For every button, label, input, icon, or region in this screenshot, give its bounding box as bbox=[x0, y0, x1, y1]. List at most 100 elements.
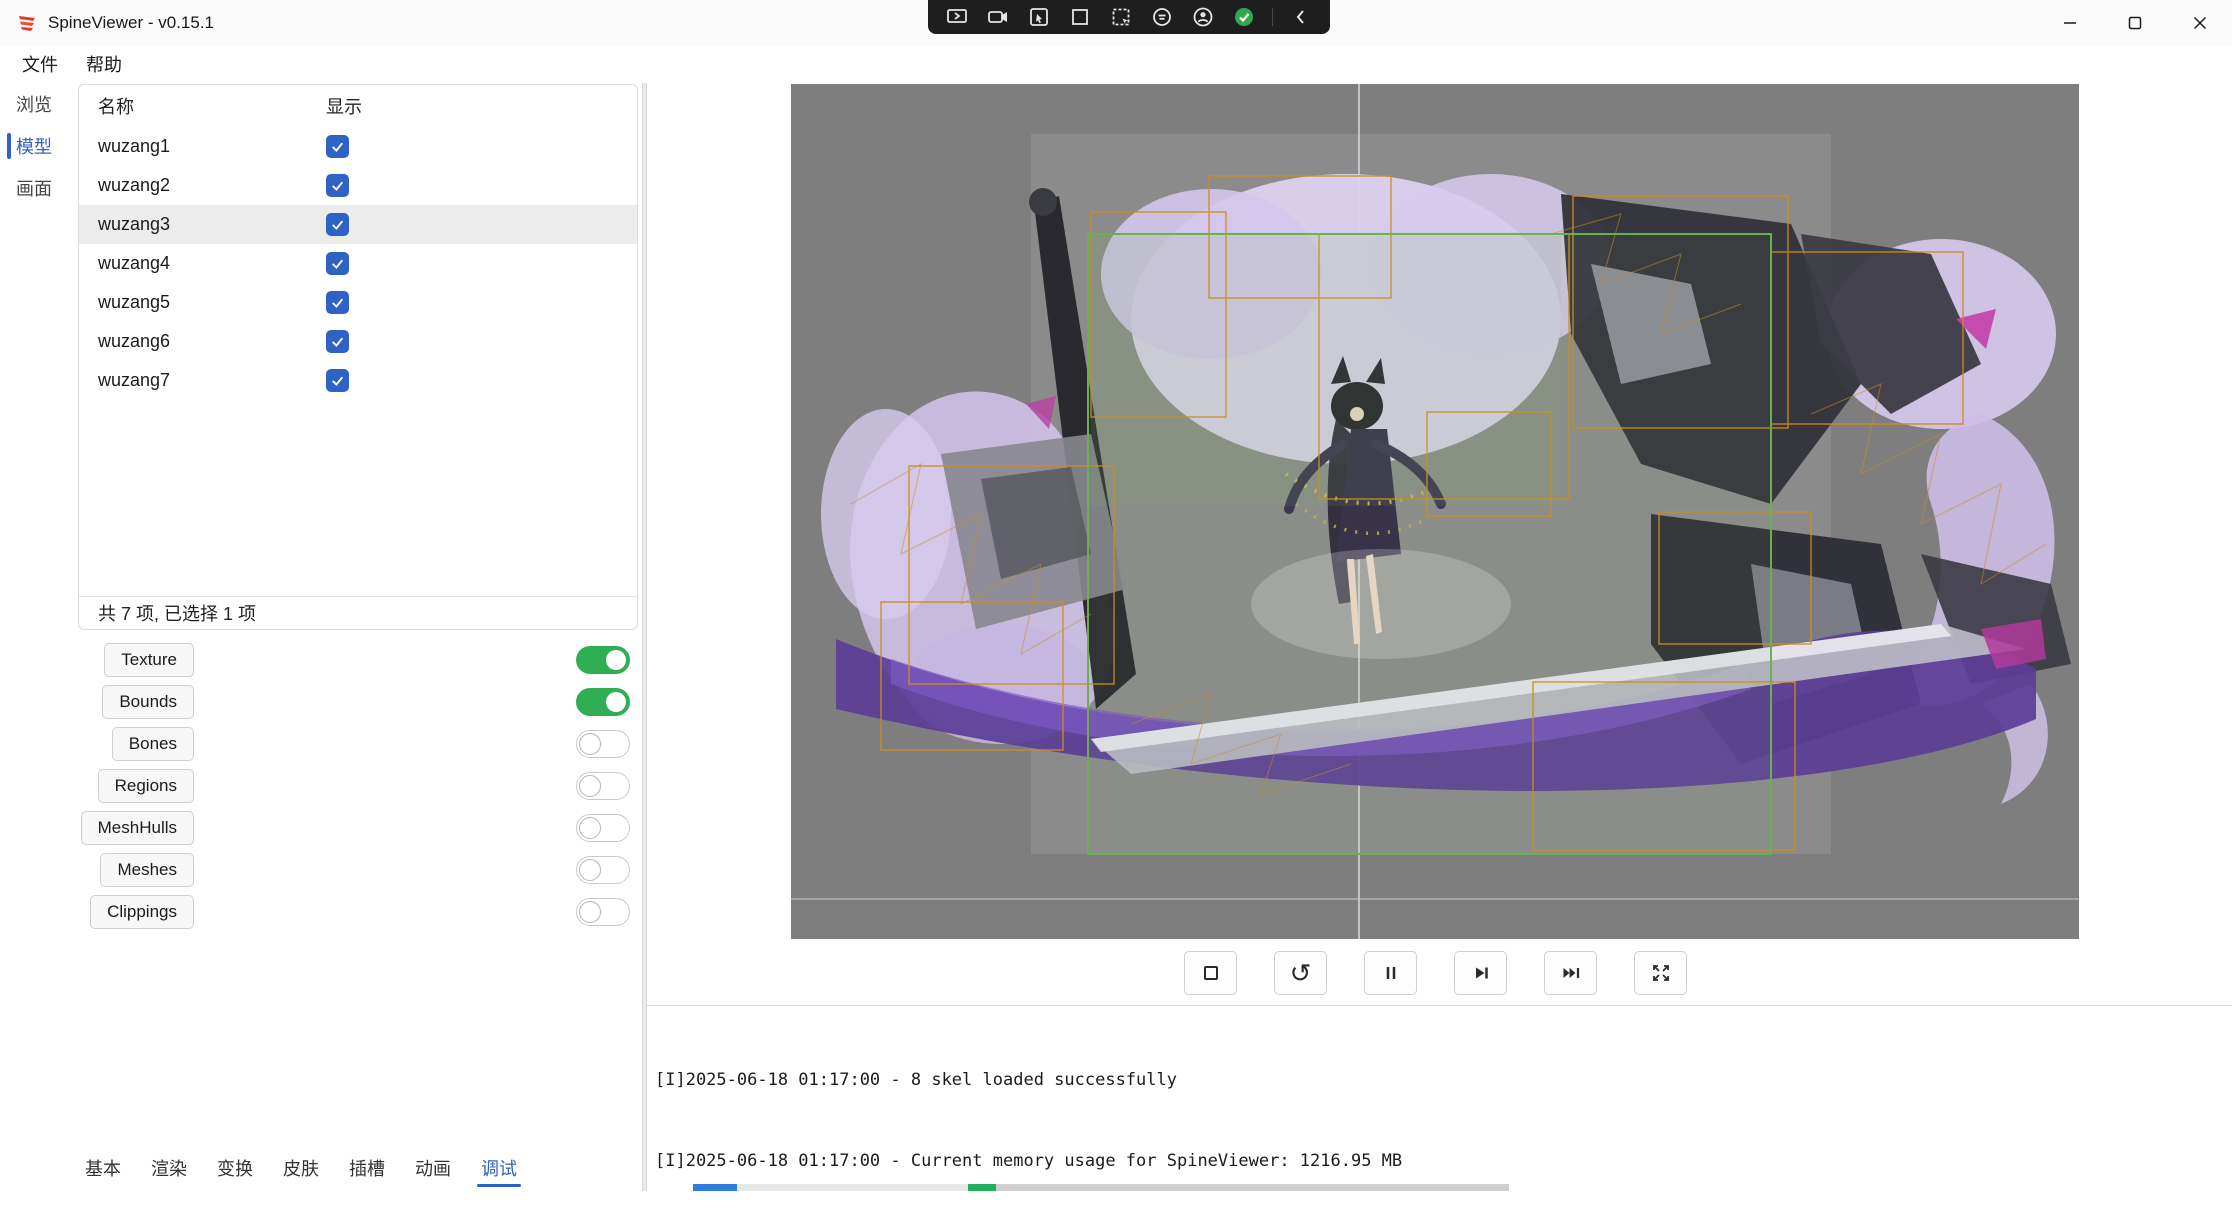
clippings-button[interactable]: Clippings bbox=[90, 895, 194, 929]
bounds-toggle[interactable] bbox=[576, 688, 630, 716]
close-button[interactable] bbox=[2167, 0, 2232, 45]
capture-toolbar bbox=[928, 0, 1330, 34]
model-name: wuzang6 bbox=[79, 331, 326, 352]
cast-screen-icon[interactable] bbox=[944, 4, 970, 30]
meshes-button[interactable]: Meshes bbox=[100, 853, 194, 887]
show-checkbox[interactable] bbox=[326, 291, 349, 314]
debug-row: Bones bbox=[68, 727, 642, 761]
sidenav-label: 浏览 bbox=[16, 91, 52, 117]
check-circle-icon[interactable] bbox=[1231, 4, 1257, 30]
sidenav-item-browse[interactable]: 浏览 bbox=[0, 83, 68, 125]
table-row[interactable]: wuzang7 bbox=[79, 361, 637, 400]
toggle-knob bbox=[579, 859, 601, 881]
pause-icon bbox=[1379, 961, 1403, 985]
meshhulls-toggle[interactable] bbox=[576, 814, 630, 842]
taskbar-chip-light bbox=[737, 1184, 968, 1191]
tab-slot[interactable]: 插槽 bbox=[349, 1149, 385, 1187]
debug-row: Bounds bbox=[68, 685, 642, 719]
dial-icon[interactable] bbox=[1149, 4, 1175, 30]
minimize-button[interactable] bbox=[2037, 0, 2102, 45]
debug-row: Texture bbox=[68, 643, 642, 677]
table-row[interactable]: wuzang3 bbox=[79, 205, 637, 244]
fast-forward-button[interactable] bbox=[1544, 951, 1597, 995]
meshes-toggle[interactable] bbox=[576, 856, 630, 884]
stop-icon bbox=[1199, 961, 1223, 985]
taskbar-sliver bbox=[693, 1184, 1509, 1191]
tab-render[interactable]: 渲染 bbox=[151, 1149, 187, 1187]
table-row[interactable]: wuzang4 bbox=[79, 244, 637, 283]
reset-button[interactable]: ↺ bbox=[1274, 951, 1327, 995]
step-forward-icon bbox=[1469, 961, 1493, 985]
tab-label: 皮肤 bbox=[283, 1155, 319, 1181]
sidenav-label: 模型 bbox=[16, 133, 52, 159]
tab-label: 插槽 bbox=[349, 1155, 385, 1181]
show-checkbox[interactable] bbox=[326, 213, 349, 236]
toggle-knob bbox=[579, 733, 601, 755]
tab-label: 基本 bbox=[85, 1155, 121, 1181]
texture-toggle[interactable] bbox=[576, 646, 630, 674]
model-name: wuzang1 bbox=[79, 136, 326, 157]
show-checkbox[interactable] bbox=[326, 174, 349, 197]
menu-file[interactable]: 文件 bbox=[10, 45, 70, 83]
fast-forward-icon bbox=[1559, 961, 1583, 985]
spine-viewport-canvas[interactable] bbox=[791, 84, 2079, 939]
log-output[interactable]: [I]2025-06-18 01:17:00 - 8 skel loaded s… bbox=[655, 1013, 1402, 1229]
playback-controls: ↺ bbox=[1184, 951, 1687, 995]
selection-status: 共 7 项, 已选择 1 项 bbox=[79, 596, 637, 629]
toggle-knob bbox=[579, 817, 601, 839]
table-row[interactable]: wuzang1 bbox=[79, 127, 637, 166]
person-circle-icon[interactable] bbox=[1190, 4, 1216, 30]
tab-skin[interactable]: 皮肤 bbox=[283, 1149, 319, 1187]
maximize-button[interactable] bbox=[2102, 0, 2167, 45]
cursor-box-icon[interactable] bbox=[1026, 4, 1052, 30]
sidenav: 浏览 模型 画面 bbox=[0, 83, 68, 1191]
chevron-left-icon[interactable] bbox=[1288, 4, 1314, 30]
menubar: 文件 帮助 bbox=[0, 45, 2232, 83]
bones-button[interactable]: Bones bbox=[112, 727, 194, 761]
bounds-button[interactable]: Bounds bbox=[102, 685, 194, 719]
window-title: SpineViewer - v0.15.1 bbox=[48, 13, 214, 33]
debug-row: Meshes bbox=[68, 853, 642, 887]
show-checkbox[interactable] bbox=[326, 369, 349, 392]
app-logo-icon bbox=[16, 12, 38, 34]
show-checkbox[interactable] bbox=[326, 252, 349, 275]
show-checkbox[interactable] bbox=[326, 330, 349, 353]
table-row[interactable]: wuzang5 bbox=[79, 283, 637, 322]
regions-button[interactable]: Regions bbox=[98, 769, 194, 803]
model-name: wuzang4 bbox=[79, 253, 326, 274]
frame-icon[interactable] bbox=[1067, 4, 1093, 30]
show-checkbox[interactable] bbox=[326, 135, 349, 158]
tab-basic[interactable]: 基本 bbox=[85, 1149, 121, 1187]
left-panel: 名称 显示 wuzang1 wuzang2 wuzang3 wuzang4 wu… bbox=[68, 83, 642, 1191]
video-camera-icon[interactable] bbox=[985, 4, 1011, 30]
toggle-knob bbox=[579, 775, 601, 797]
table-row[interactable]: wuzang6 bbox=[79, 322, 637, 361]
menu-help[interactable]: 帮助 bbox=[74, 45, 134, 83]
tab-transform[interactable]: 变换 bbox=[217, 1149, 253, 1187]
sidenav-item-screen[interactable]: 画面 bbox=[0, 167, 68, 209]
taskbar-chip-blue bbox=[693, 1184, 737, 1191]
fullscreen-button[interactable] bbox=[1634, 951, 1687, 995]
pause-button[interactable] bbox=[1364, 951, 1417, 995]
log-separator bbox=[647, 1005, 2232, 1006]
tab-debug[interactable]: 调试 bbox=[481, 1149, 517, 1187]
model-name: wuzang3 bbox=[79, 214, 326, 235]
list-empty-space bbox=[79, 400, 637, 596]
step-forward-button[interactable] bbox=[1454, 951, 1507, 995]
region-capture-icon[interactable] bbox=[1108, 4, 1134, 30]
bones-toggle[interactable] bbox=[576, 730, 630, 758]
model-name: wuzang7 bbox=[79, 370, 326, 391]
meshhulls-button[interactable]: MeshHulls bbox=[81, 811, 194, 845]
table-row[interactable]: wuzang2 bbox=[79, 166, 637, 205]
taskbar-chip-gray bbox=[996, 1184, 1509, 1191]
model-list: 名称 显示 wuzang1 wuzang2 wuzang3 wuzang4 wu… bbox=[78, 84, 638, 630]
texture-button[interactable]: Texture bbox=[104, 643, 194, 677]
window-controls bbox=[2037, 0, 2232, 45]
tab-animation[interactable]: 动画 bbox=[415, 1149, 451, 1187]
clippings-toggle[interactable] bbox=[576, 898, 630, 926]
regions-toggle[interactable] bbox=[576, 772, 630, 800]
sidenav-item-model[interactable]: 模型 bbox=[0, 125, 68, 167]
tab-label: 变换 bbox=[217, 1155, 253, 1181]
stop-button[interactable] bbox=[1184, 951, 1237, 995]
tab-label: 调试 bbox=[481, 1155, 517, 1181]
